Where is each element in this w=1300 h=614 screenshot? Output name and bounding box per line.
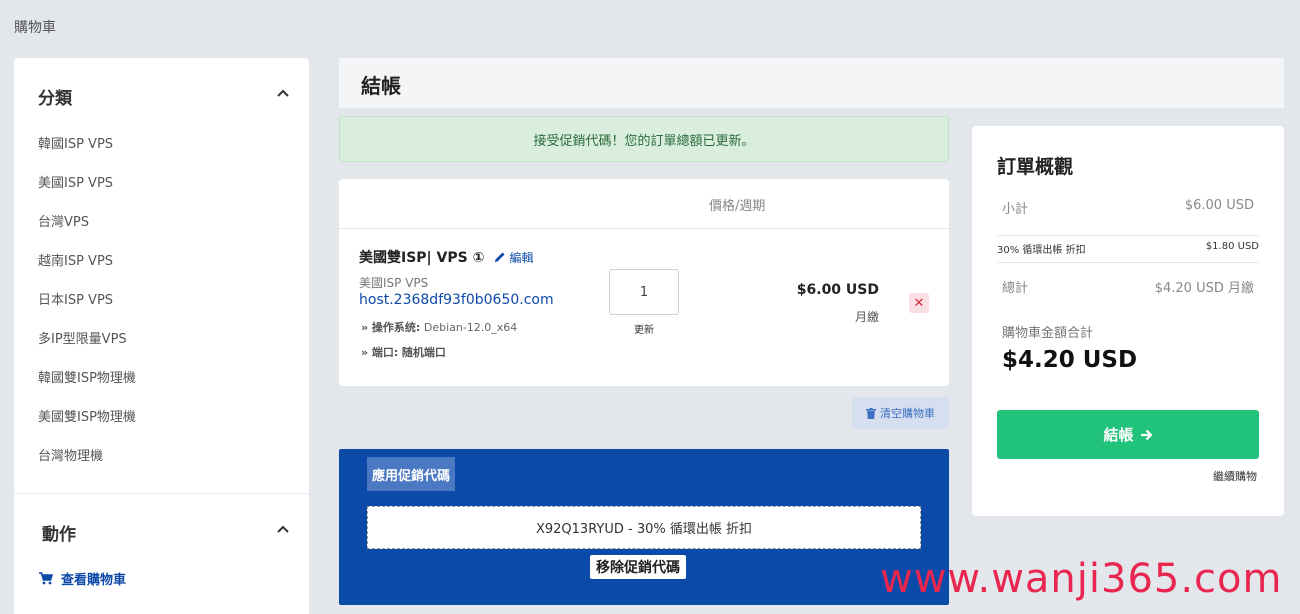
option-port-value: 随机端口 [401,346,446,359]
watermark: www.wanji365.com [880,556,1283,602]
categories-heading: 分類 [38,89,72,109]
cart-total-amount: $4.20 USD [1002,347,1138,373]
promo-code-panel: 應用促銷代碼 X92Q13RYUD - 30% 循環出帳 折扣 移除促銷代碼 [339,449,949,605]
remove-item-button[interactable]: ✕ [909,293,929,313]
breadcrumb: 購物車 [14,20,56,36]
discount-value: $1.80 USD [1205,241,1259,252]
subtotal-row: 小計 $6.00 USD [997,198,1259,217]
applied-promo-code: X92Q13RYUD - 30% 循環出帳 折扣 [367,506,921,549]
order-summary-title: 訂單概觀 [997,156,1074,178]
cart-table-header: 價格/週期 [339,179,949,229]
sidebar-item-japan-isp-vps[interactable]: 日本ISP VPS [38,289,113,308]
cart-icon [39,572,53,585]
total-label: 總計 [1002,281,1029,296]
arrow-right-icon [1140,429,1153,440]
billing-cycle: 月繳 [854,310,879,324]
sidebar-item-taiwan-vps[interactable]: 台灣VPS [38,211,89,230]
continue-shopping-link[interactable]: 繼續購物 [1213,468,1257,484]
remove-promo-button[interactable]: 移除促銷代碼 [590,555,686,579]
discount-row: 30% 循環出帳 折扣 $1.80 USD [997,241,1259,256]
subtotal-value: $6.00 USD [1184,198,1254,213]
discount-label: 30% 循環出帳 折扣 [997,245,1086,256]
tab-apply-promo[interactable]: 應用促銷代碼 [367,457,456,491]
column-price-cycle: 價格/週期 [709,199,766,214]
product-option-port: » 端口: 随机端口 [361,344,446,360]
view-cart-link[interactable]: 查看購物車 [39,569,126,588]
edit-product-link[interactable]: 編輯 [494,249,533,266]
edit-label: 編輯 [509,250,534,265]
checkout-button[interactable]: 結帳 [997,410,1259,459]
empty-cart-label: 清空購物車 [880,407,935,420]
promo-success-alert: 接受促銷代碼！您的訂單總額已更新。 [339,116,949,162]
total-value: $4.20 USD 月繳 [1154,281,1254,296]
checkout-label: 結帳 [1103,426,1134,444]
product-title: 美國雙ISP| VPS ① [359,250,485,266]
product-name: 美國雙ISP| VPS ① 編輯 [359,247,533,267]
total-row: 總計 $4.20 USD 月繳 [997,277,1259,296]
option-os-value: Debian-12.0_x64 [423,321,518,334]
order-summary: 訂單概觀 小計 $6.00 USD 30% 循環出帳 折扣 $1.80 USD … [972,126,1284,516]
actions-heading: 動作 [42,525,76,545]
page-title: 結帳 [361,74,401,98]
product-option-os: » 操作系统: Debian-12.0_x64 [361,319,517,335]
view-cart-label: 查看購物車 [61,573,127,588]
sidebar-item-taiwan-server[interactable]: 台灣物理機 [38,445,103,464]
sidebar: 分類 韓國ISP VPS 美國ISP VPS 台灣VPS 越南ISP VPS 日… [14,58,309,614]
sidebar-item-korea-isp-vps[interactable]: 韓國ISP VPS [38,133,113,152]
subtotal-label: 小計 [1002,202,1029,217]
chevron-up-icon[interactable] [275,86,291,102]
sidebar-item-us-dual-isp-server[interactable]: 美國雙ISP物理機 [38,406,136,425]
sidebar-item-korea-dual-isp-server[interactable]: 韓國雙ISP物理機 [38,367,136,386]
sidebar-divider [14,493,309,494]
option-os-label: » 操作系统: [361,321,421,334]
product-price: $6.00 USD [796,282,879,298]
page-header: 結帳 [339,58,1284,108]
product-hostname: host.2368df93f0b0650.com [359,292,554,308]
trash-icon [866,407,876,419]
summary-divider [997,262,1259,263]
update-quantity-link[interactable]: 更新 [634,321,654,336]
cart-table: 價格/週期 美國雙ISP| VPS ① 編輯 美國ISP VPS host.23… [339,179,949,386]
option-port-label: » 端口: [361,346,399,359]
sidebar-item-vietnam-isp-vps[interactable]: 越南ISP VPS [38,250,113,269]
summary-divider [997,235,1259,236]
empty-cart-button[interactable]: 清空購物車 [852,397,949,429]
chevron-up-icon[interactable] [275,522,291,538]
sidebar-item-multi-ip-vps[interactable]: 多IP型限量VPS [38,328,127,347]
quantity-input[interactable]: 1 [609,269,679,315]
cart-total-label: 購物車金額合計 [1002,326,1094,341]
pencil-icon [495,252,505,262]
sidebar-item-us-isp-vps[interactable]: 美國ISP VPS [38,172,113,191]
product-group: 美國ISP VPS [359,276,429,290]
